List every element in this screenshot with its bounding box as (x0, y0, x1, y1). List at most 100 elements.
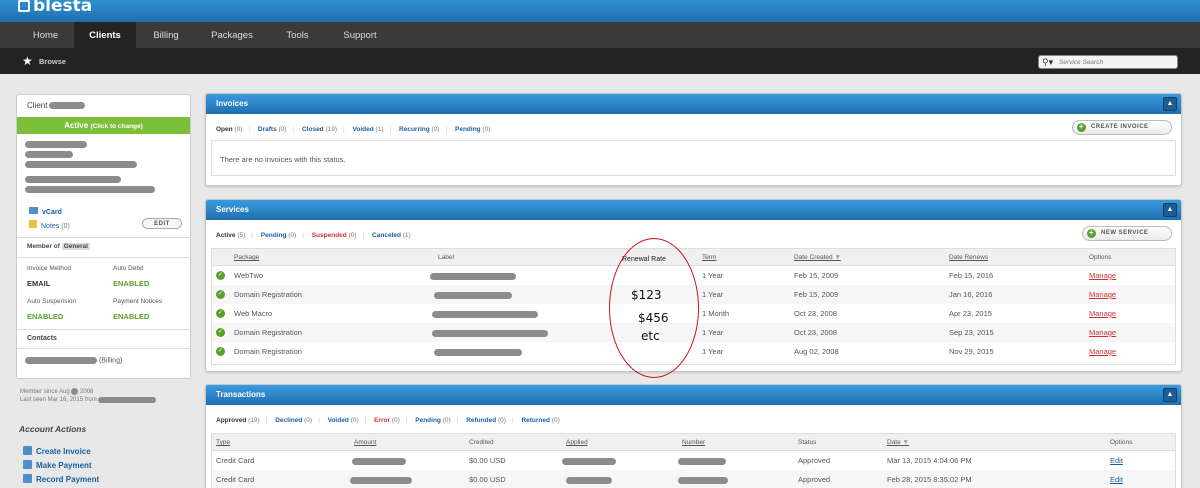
plus-icon: + (1087, 228, 1096, 238)
contact-item[interactable]: (Billing) (25, 357, 122, 364)
tab-error[interactable]: Error (0) (374, 417, 400, 424)
service-created: Oct 23, 2008 (794, 309, 837, 318)
col-date[interactable]: Date ▼ (887, 439, 909, 446)
invoices-panel: Invoices ▲ Open (0) | Drafts (0) | Closed … (205, 93, 1182, 186)
notes-label: Notes (41, 223, 60, 230)
star-icon[interactable]: ★ (22, 54, 33, 68)
create-invoice-button[interactable]: + CREATE INVOICE (1072, 120, 1172, 135)
service-renews: Feb 15, 2016 (949, 271, 994, 280)
sort-desc-icon: ▼ (902, 439, 909, 446)
redacted-label (432, 310, 538, 318)
manage-link[interactable]: Manage (1089, 309, 1116, 318)
tab-canceled[interactable]: Canceled (1) (372, 232, 411, 239)
make-payment-label: Make Payment (36, 461, 92, 470)
service-renews: Sep 23, 2015 (949, 328, 994, 337)
sub-nav: ★ Browse (0, 49, 1200, 74)
invoice-method-label: Invoice Method (27, 265, 72, 272)
search-icon[interactable]: ⚲▾ (1042, 56, 1053, 68)
manage-link[interactable]: Manage (1089, 328, 1116, 337)
tab-recurring[interactable]: Recurring (0) (399, 126, 439, 133)
status-toggle[interactable]: Active (Click to change) (17, 117, 190, 134)
tab-drafts[interactable]: Drafts (0) (258, 126, 287, 133)
search-input[interactable] (1059, 56, 1174, 68)
collapse-icon[interactable]: ▲ (1163, 203, 1177, 217)
create-invoice-action[interactable]: Create Invoice (23, 446, 91, 456)
nav-tools[interactable]: Tools (270, 22, 325, 49)
tab-approved[interactable]: Approved (19) (216, 417, 260, 424)
nav-clients[interactable]: Clients (74, 22, 136, 49)
edit-link[interactable]: Edit (1110, 456, 1123, 465)
col-applied[interactable]: Applied (566, 439, 588, 446)
manage-link[interactable]: Manage (1089, 347, 1116, 356)
notes-link[interactable]: Notes (0) (29, 220, 70, 230)
redacted-contact (25, 357, 97, 364)
collapse-icon[interactable]: ▲ (1163, 97, 1177, 111)
col-number[interactable]: Number (682, 439, 705, 446)
col-date-renews[interactable]: Date Renews (949, 254, 988, 261)
payment-notices-value: ENABLED (113, 312, 150, 321)
col-date-created[interactable]: Date Created ▼ (794, 254, 841, 261)
edit-link[interactable]: Edit (1110, 475, 1123, 484)
tab-voided[interactable]: Voided (0) (328, 417, 359, 424)
make-payment-action[interactable]: Make Payment (23, 460, 92, 470)
contact-role: (Billing) (98, 357, 123, 365)
invoice-tabs: Open (0) | Drafts (0) | Closed (19) | Voide… (216, 126, 491, 133)
manage-link[interactable]: Manage (1089, 290, 1116, 299)
invoice-icon (23, 446, 32, 455)
col-amount[interactable]: Amount (354, 439, 376, 446)
service-row[interactable]: ✓ Domain Registration 1 Year Aug 02, 200… (212, 342, 1175, 361)
browse-link[interactable]: Browse (39, 57, 66, 66)
redacted-amount (350, 476, 412, 484)
payment-notices-label: Payment Notices (113, 298, 163, 305)
status-text: Active (64, 121, 89, 130)
tab-voided[interactable]: Voided (1) (353, 126, 384, 133)
tab-refunded[interactable]: Refunded (0) (466, 417, 506, 424)
payment-icon (23, 460, 32, 469)
tab-declined[interactable]: Declined (0) (275, 417, 312, 424)
new-service-button[interactable]: + NEW SERVICE (1082, 226, 1172, 241)
member-since-text: Member since Aug (20, 389, 70, 396)
service-renews: Nov 29, 2015 (949, 347, 994, 356)
plus-icon: + (1077, 122, 1086, 132)
check-icon: ✓ (216, 290, 225, 299)
redacted-day (71, 388, 79, 395)
redacted-label (434, 348, 522, 356)
tab-returned[interactable]: Returned (0) (521, 417, 559, 424)
redacted-amount (352, 457, 406, 465)
redacted-number (678, 476, 728, 484)
transactions-table: Type Amount Credited Applied Number Stat… (211, 433, 1176, 488)
tab-open[interactable]: Open (0) (216, 126, 242, 133)
invoice-empty-box: There are no invoices with this status. (211, 140, 1176, 176)
record-payment-label: Record Payment (36, 475, 100, 484)
transaction-row[interactable]: Credit Card $0.00 USD Approved Feb 28, 2… (212, 470, 1175, 488)
tab-active[interactable]: Active (5) (216, 232, 245, 239)
redacted-applied (566, 476, 612, 484)
logo[interactable]: blesta (18, 0, 92, 16)
edit-button[interactable]: EDIT (142, 218, 182, 229)
redacted-ip (98, 396, 157, 403)
transaction-row[interactable]: Credit Card $0.00 USD Approved Mar 13, 2… (212, 451, 1175, 470)
service-term: 1 Year (702, 271, 724, 280)
client-heading: Client (27, 101, 86, 110)
col-package[interactable]: Package (234, 254, 259, 261)
transaction-status: Approved (798, 475, 831, 484)
tab-closed[interactable]: Closed (19) (302, 126, 337, 133)
tab-pending[interactable]: Pending (0) (455, 126, 490, 133)
invoice-method-value: EMAIL (27, 279, 51, 288)
col-status: Status (798, 439, 817, 446)
record-payment-action[interactable]: Record Payment (23, 474, 99, 484)
manage-link[interactable]: Manage (1089, 271, 1116, 280)
vcard-link[interactable]: vCard (29, 207, 62, 216)
col-term[interactable]: Term (702, 254, 716, 261)
tab-pending[interactable]: Pending (0) (415, 417, 450, 424)
services-title: Services (216, 205, 249, 214)
col-type[interactable]: Type (216, 439, 230, 446)
nav-support[interactable]: Support (327, 22, 393, 49)
collapse-icon[interactable]: ▲ (1163, 388, 1177, 402)
nav-billing[interactable]: Billing (137, 22, 195, 49)
nav-home[interactable]: Home (18, 22, 73, 49)
auto-suspension-label: Auto Suspension (27, 298, 77, 305)
nav-packages[interactable]: Packages (196, 22, 268, 49)
tab-suspended[interactable]: Suspended (0) (312, 232, 357, 239)
tab-pending[interactable]: Pending (0) (261, 232, 296, 239)
